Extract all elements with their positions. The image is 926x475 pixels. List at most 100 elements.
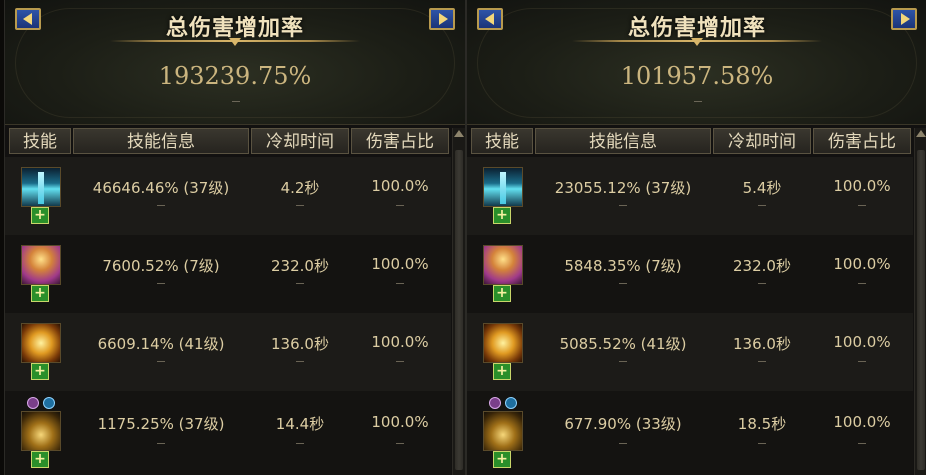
sword-skill-icon[interactable]: +	[21, 167, 61, 225]
skill-image	[483, 323, 523, 363]
ratio-dash	[858, 205, 866, 206]
skill-cooldown: 4.2秒	[280, 179, 320, 197]
skill-row[interactable]: + 7600.52% (7级) 232.0秒 100.0%	[5, 235, 451, 313]
scroll-thumb[interactable]	[455, 150, 463, 470]
damage-panel-right: 总伤害增加率 101957.58% 技能 技能信息 冷却时间 伤害占比 + 23…	[466, 0, 926, 475]
sword-skill-icon[interactable]: +	[483, 167, 523, 225]
skill-row[interactable]: + 677.90% (33级) 18.5秒 100.0%	[467, 391, 913, 475]
skill-row[interactable]: + 6609.14% (41级) 136.0秒 100.0%	[5, 313, 451, 391]
blue-rune-icon	[43, 397, 55, 409]
skill-damage-ratio: 100.0%	[371, 413, 429, 431]
placeholder-dash	[694, 101, 702, 102]
skill-image	[483, 167, 523, 207]
header-cooldown[interactable]: 冷却时间	[251, 128, 349, 154]
angel-skill-icon[interactable]: +	[483, 245, 523, 303]
skill-image	[21, 411, 61, 451]
rune-skill-icon[interactable]: +	[21, 397, 61, 469]
panel-header: 总伤害增加率 101957.58%	[467, 0, 926, 125]
cooldown-dash	[758, 443, 766, 444]
title-divider-ornament	[691, 38, 703, 48]
gold-burst-skill-icon[interactable]: +	[483, 323, 523, 381]
ratio-dash	[396, 361, 404, 362]
skill-damage-ratio: 100.0%	[833, 255, 891, 273]
cooldown-dash	[758, 361, 766, 362]
skill-info: 6609.14% (41级)	[97, 335, 225, 353]
panel-header: 总伤害增加率 193239.75%	[5, 0, 465, 125]
skill-damage-ratio: 100.0%	[833, 333, 891, 351]
mini-badges	[489, 397, 529, 411]
plus-icon[interactable]: +	[31, 451, 49, 468]
purple-rune-icon	[489, 397, 501, 409]
scrollbar[interactable]	[914, 128, 926, 475]
skill-image	[21, 167, 61, 207]
mini-badges	[27, 397, 67, 411]
scroll-up-icon[interactable]	[916, 130, 926, 137]
blue-rune-icon	[505, 397, 517, 409]
title-divider-ornament	[229, 38, 241, 48]
info-dash	[619, 361, 627, 362]
skill-cooldown: 18.5秒	[737, 415, 787, 433]
cooldown-dash	[296, 361, 304, 362]
skill-info: 46646.46% (37级)	[92, 179, 230, 197]
header-damage-ratio[interactable]: 伤害占比	[351, 128, 449, 154]
skill-image	[483, 245, 523, 285]
plus-icon[interactable]: +	[31, 207, 49, 224]
info-dash	[157, 361, 165, 362]
plus-icon[interactable]: +	[31, 363, 49, 380]
rune-skill-icon[interactable]: +	[483, 397, 523, 469]
ratio-dash	[396, 443, 404, 444]
skill-cooldown: 5.4秒	[742, 179, 782, 197]
skill-damage-ratio: 100.0%	[371, 255, 429, 273]
skill-row[interactable]: + 46646.46% (37级) 4.2秒 100.0%	[5, 157, 451, 235]
header-skill[interactable]: 技能	[471, 128, 533, 154]
column-headers: 技能 技能信息 冷却时间 伤害占比	[5, 128, 465, 156]
ratio-dash	[858, 443, 866, 444]
gold-burst-skill-icon[interactable]: +	[21, 323, 61, 381]
purple-rune-icon	[27, 397, 39, 409]
info-dash	[619, 205, 627, 206]
header-cooldown[interactable]: 冷却时间	[713, 128, 811, 154]
skill-row[interactable]: + 1175.25% (37级) 14.4秒 100.0%	[5, 391, 451, 475]
header-damage-ratio[interactable]: 伤害占比	[813, 128, 911, 154]
ratio-dash	[396, 205, 404, 206]
plus-icon[interactable]: +	[493, 285, 511, 302]
column-headers: 技能 技能信息 冷却时间 伤害占比	[467, 128, 926, 156]
skill-info: 7600.52% (7级)	[102, 257, 220, 275]
skill-cooldown: 232.0秒	[733, 257, 791, 275]
skill-cooldown: 136.0秒	[733, 335, 791, 353]
angel-skill-icon[interactable]: +	[21, 245, 61, 303]
plus-icon[interactable]: +	[493, 363, 511, 380]
scroll-up-icon[interactable]	[454, 130, 464, 137]
info-dash	[157, 443, 165, 444]
header-skill-info[interactable]: 技能信息	[73, 128, 249, 154]
skill-row[interactable]: + 5848.35% (7级) 232.0秒 100.0%	[467, 235, 913, 313]
skill-damage-ratio: 100.0%	[371, 333, 429, 351]
skill-damage-ratio: 100.0%	[833, 177, 891, 195]
skill-row[interactable]: + 5085.52% (41级) 136.0秒 100.0%	[467, 313, 913, 391]
damage-panel-left: 总伤害增加率 193239.75% 技能 技能信息 冷却时间 伤害占比 + 46…	[4, 0, 466, 475]
skill-info: 5085.52% (41级)	[559, 335, 687, 353]
skill-image	[21, 323, 61, 363]
plus-icon[interactable]: +	[493, 207, 511, 224]
ratio-dash	[858, 361, 866, 362]
scrollbar[interactable]	[452, 128, 465, 475]
skill-row[interactable]: + 23055.12% (37级) 5.4秒 100.0%	[467, 157, 913, 235]
scroll-thumb[interactable]	[917, 150, 925, 470]
skill-info: 23055.12% (37级)	[554, 179, 692, 197]
skill-image	[483, 411, 523, 451]
skill-image	[21, 245, 61, 285]
skill-damage-ratio: 100.0%	[371, 177, 429, 195]
cooldown-dash	[296, 283, 304, 284]
total-damage-value: 193239.75%	[158, 62, 312, 90]
skill-cooldown: 232.0秒	[271, 257, 329, 275]
ratio-dash	[858, 283, 866, 284]
info-dash	[157, 205, 165, 206]
header-skill[interactable]: 技能	[9, 128, 71, 154]
header-skill-info[interactable]: 技能信息	[535, 128, 711, 154]
info-dash	[619, 443, 627, 444]
plus-icon[interactable]: +	[493, 451, 511, 468]
skill-cooldown: 14.4秒	[275, 415, 325, 433]
info-dash	[157, 283, 165, 284]
skill-damage-ratio: 100.0%	[833, 413, 891, 431]
plus-icon[interactable]: +	[31, 285, 49, 302]
